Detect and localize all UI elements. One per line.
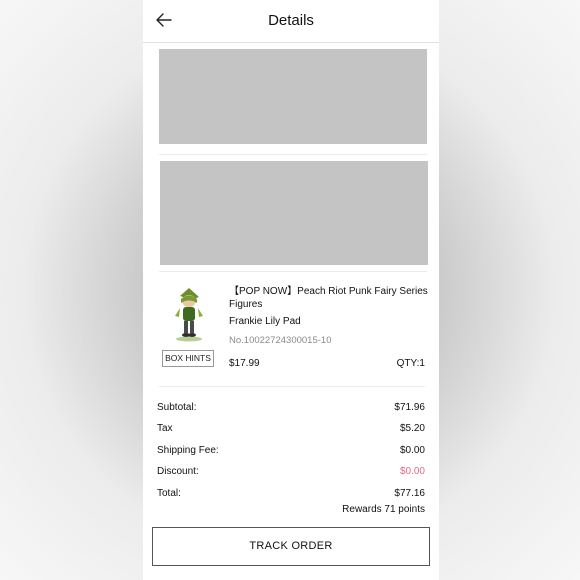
box-hints-button[interactable]: BOX HINTS (162, 350, 214, 367)
track-order-button[interactable]: TRACK ORDER (152, 527, 430, 566)
order-details-screen: Details BOX HINTS 【POP NOW】Peach Riot Pu… (143, 0, 439, 580)
shipping-label: Shipping Fee: (157, 445, 219, 456)
placeholder-image-top (159, 49, 427, 144)
placeholder-image-bottom (160, 161, 428, 265)
discount-value: $0.00 (399, 466, 425, 477)
discount-label: Discount: (157, 466, 199, 477)
divider (159, 154, 427, 155)
product-character: Frankie Lily Pad (229, 316, 301, 327)
tax-label: Tax (157, 423, 173, 434)
subtotal-label: Subtotal: (157, 402, 197, 413)
rewards-points: Rewards 71 points (342, 504, 425, 515)
tax-value: $5.20 (399, 423, 425, 434)
header: Details (143, 0, 439, 43)
subtotal-value: $71.96 (394, 402, 425, 413)
divider (159, 271, 427, 272)
total-label: Total: (157, 488, 181, 499)
product-thumbnail[interactable] (171, 286, 207, 344)
total-value: $77.16 (394, 488, 425, 499)
product-name: 【POP NOW】Peach Riot Punk Fairy Series Fi… (229, 286, 428, 310)
shipping-value: $0.00 (399, 445, 425, 456)
product-price: $17.99 (229, 358, 260, 369)
divider (159, 386, 425, 387)
product-quantity: QTY:1 (396, 358, 425, 369)
page-title: Details (268, 12, 314, 29)
order-number: No.10022724300015-10 (229, 335, 332, 346)
